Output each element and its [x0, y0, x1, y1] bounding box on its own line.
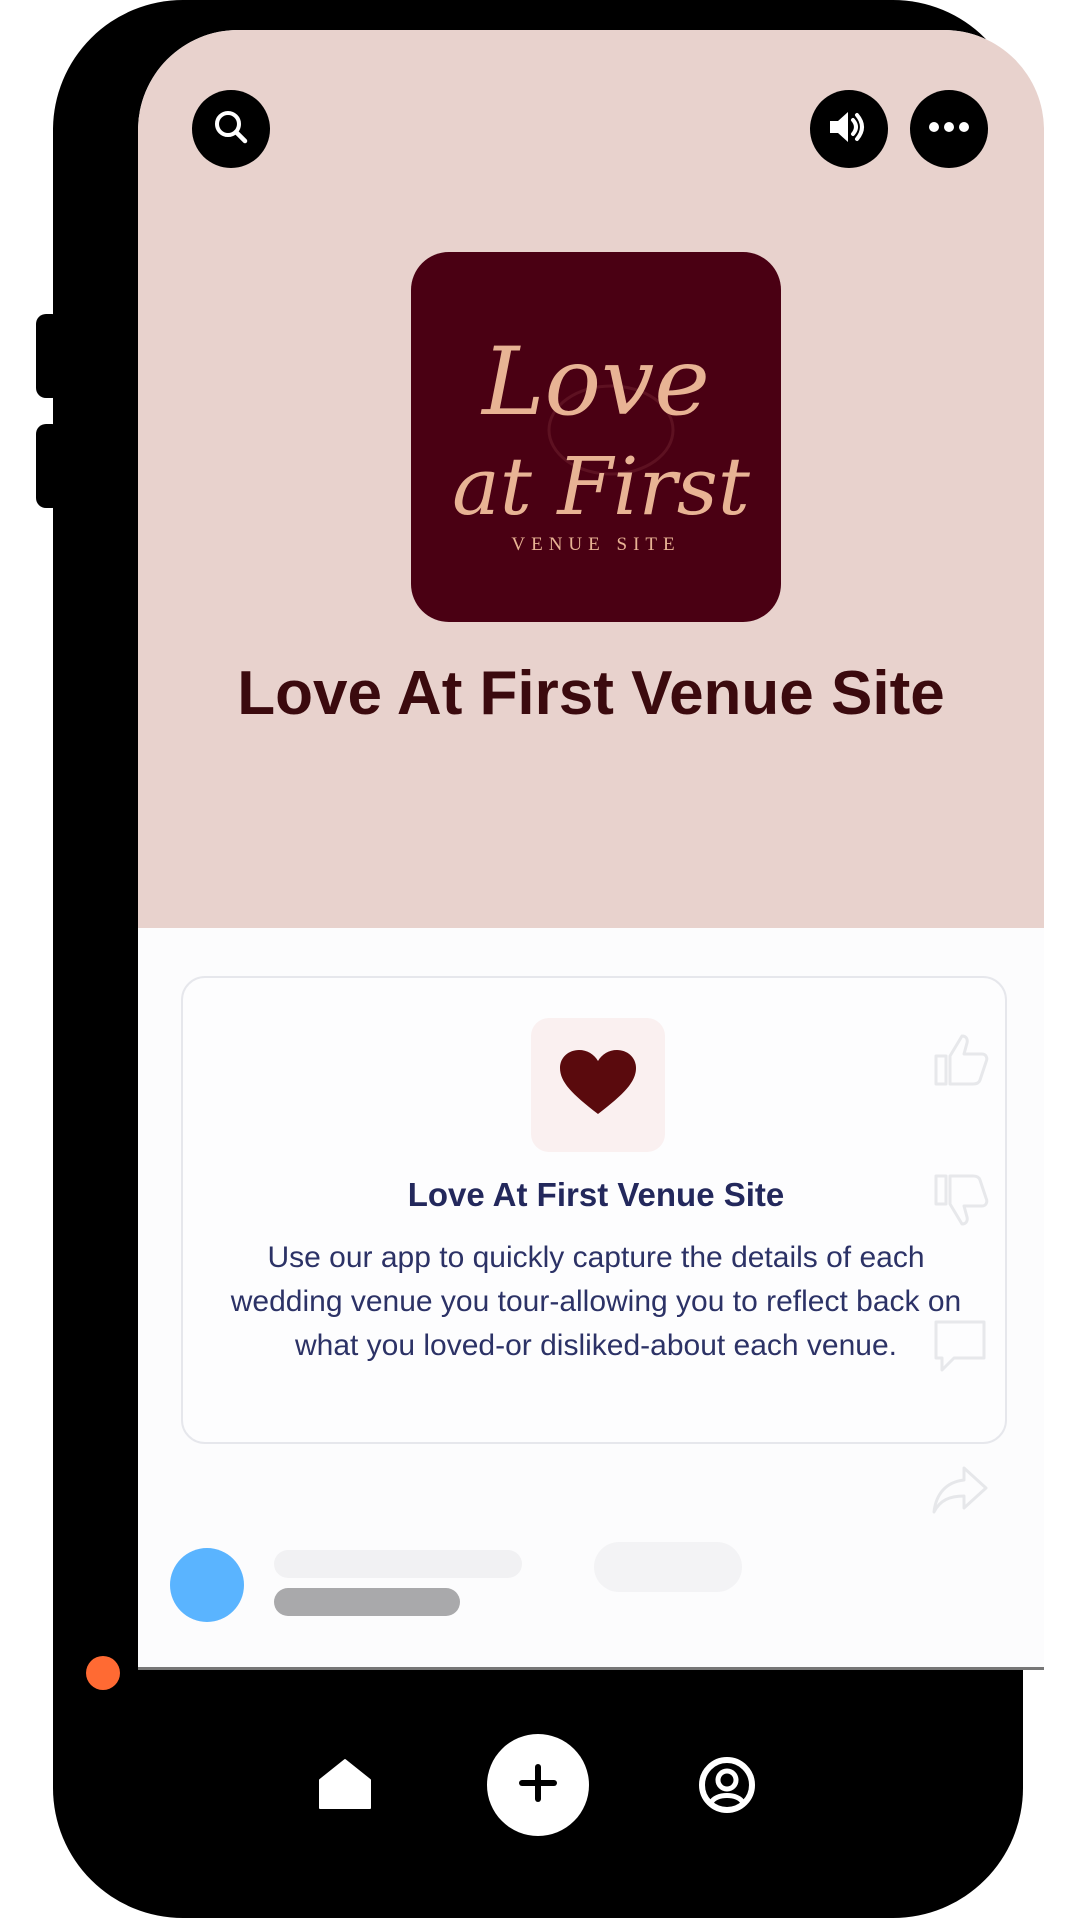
phone-frame: Love at First VENUE SITE Love At First V…	[53, 0, 1044, 1918]
video-progress-track[interactable]	[138, 1667, 1044, 1670]
logo-tagline: VENUE SITE	[511, 534, 680, 555]
logo-script-at-first: at First	[452, 440, 751, 533]
creator-name-placeholder	[274, 1550, 522, 1578]
sound-toggle-button[interactable]	[810, 90, 888, 168]
share-icon[interactable]	[930, 1460, 990, 1525]
creator-avatar[interactable]	[170, 1548, 244, 1622]
nav-profile-button[interactable]	[698, 1756, 756, 1819]
speaker-icon	[826, 107, 872, 152]
plus-icon	[518, 1763, 558, 1808]
search-button[interactable]	[192, 90, 270, 168]
video-progress-handle[interactable]	[86, 1656, 120, 1690]
thumbs-up-icon[interactable]	[930, 1030, 990, 1095]
card-title: Love At First Venue Site	[407, 1176, 785, 1213]
follow-button-placeholder[interactable]	[594, 1542, 742, 1592]
app-logo: Love at First VENUE SITE	[411, 252, 781, 622]
card-description: Use our app to quickly capture the detai…	[230, 1241, 962, 1362]
app-screen: Love at First VENUE SITE Love At First V…	[138, 30, 1044, 1670]
more-icon	[927, 120, 971, 138]
app-hero: Love at First VENUE SITE Love At First V…	[138, 30, 1044, 928]
home-icon	[318, 1758, 372, 1815]
app-info-card: Love At First Venue Site Use our app to …	[181, 976, 1007, 1444]
comment-icon[interactable]	[930, 1316, 990, 1381]
profile-icon	[698, 1756, 756, 1819]
app-title: Love At First Venue Site	[237, 659, 945, 728]
creator-handle-placeholder	[274, 1588, 460, 1616]
more-options-button[interactable]	[910, 90, 988, 168]
logo-script-love: Love	[480, 328, 710, 437]
heart-tile	[531, 1018, 665, 1152]
nav-create-button[interactable]	[487, 1734, 589, 1836]
search-icon	[211, 107, 251, 152]
heart-icon	[558, 1048, 638, 1123]
nav-home-button[interactable]	[315, 1758, 375, 1814]
thumbs-down-icon[interactable]	[930, 1170, 990, 1235]
